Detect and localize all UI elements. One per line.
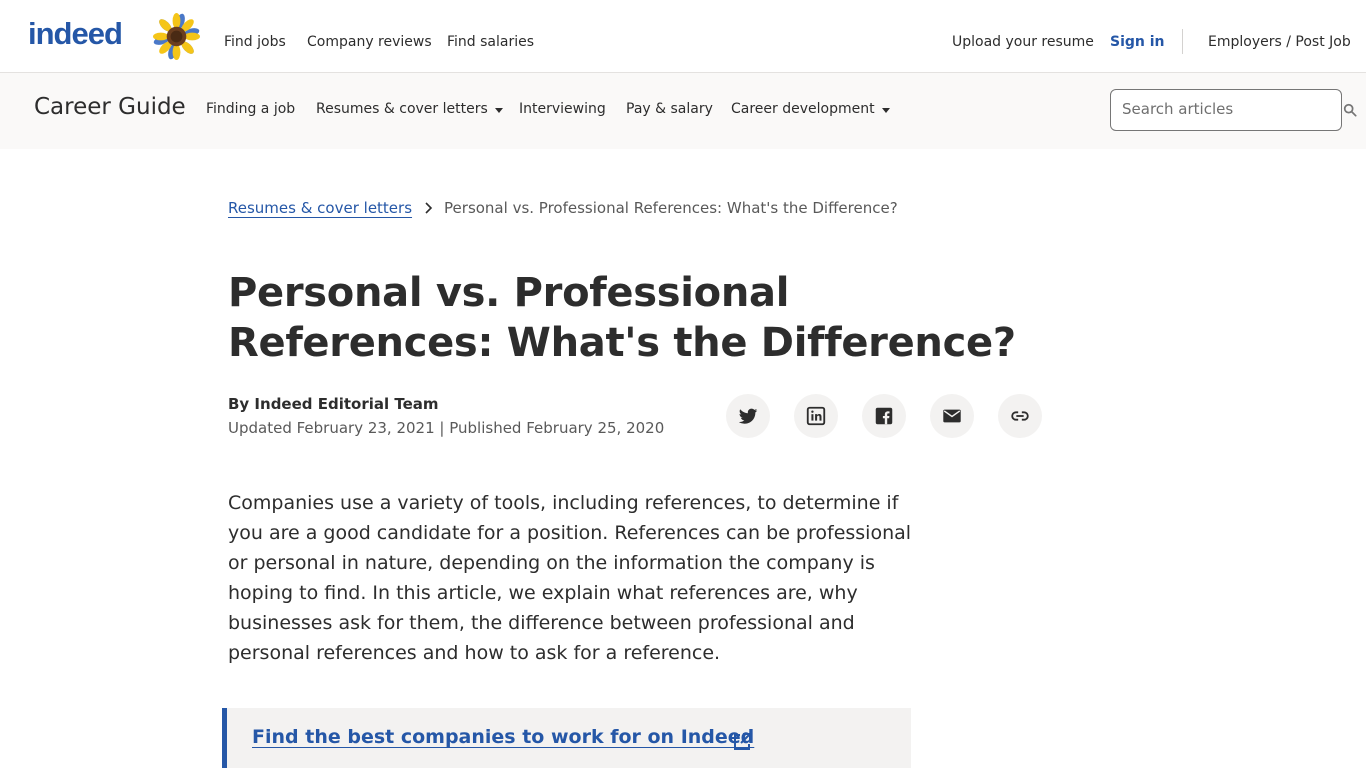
article-author: By Indeed Editorial Team (228, 395, 439, 413)
breadcrumb: Resumes & cover letters Personal vs. Pro… (228, 199, 898, 217)
nav-career-development[interactable]: Career development (731, 101, 890, 117)
nav-divider (1182, 29, 1183, 54)
search-articles-input[interactable] (1122, 90, 1322, 128)
article-dates: Updated February 23, 2021 | Published Fe… (228, 419, 665, 437)
twitter-icon (738, 408, 758, 424)
career-guide-bar: Career Guide Finding a job Resumes & cov… (0, 73, 1366, 149)
logo-text: indeed (28, 16, 123, 51)
share-copy-link-button[interactable] (998, 394, 1042, 438)
search-box (1110, 89, 1342, 131)
nav-label: Pay & salary (626, 101, 713, 117)
search-icon[interactable] (1343, 103, 1357, 117)
nav-label: Finding a job (206, 101, 296, 117)
chevron-right-icon (425, 202, 433, 214)
external-link-icon[interactable] (732, 732, 752, 752)
share-twitter-button[interactable] (726, 394, 770, 438)
nav-label: Resumes & cover letters (316, 101, 488, 117)
nav-finding-a-job[interactable]: Finding a job (206, 101, 295, 117)
share-facebook-button[interactable] (862, 394, 906, 438)
upload-resume-link[interactable]: Upload your resume (952, 34, 1094, 50)
email-icon (943, 409, 961, 423)
nav-resumes-cover-letters[interactable]: Resumes & cover letters (316, 101, 503, 117)
nav-interviewing[interactable]: Interviewing (519, 101, 606, 117)
chevron-down-icon (881, 107, 890, 113)
indeed-logo[interactable]: indeed (28, 16, 123, 52)
callout-box: Find the best companies to work for on I… (222, 708, 911, 768)
breadcrumb-parent-link[interactable]: Resumes & cover letters (228, 199, 412, 217)
share-email-button[interactable] (930, 394, 974, 438)
top-navigation: indeed Find jobs Company reviews Find sa… (0, 0, 1366, 73)
find-salaries-link[interactable]: Find salaries (447, 34, 534, 50)
sign-in-link[interactable]: Sign in (1110, 34, 1165, 50)
find-jobs-link[interactable]: Find jobs (224, 34, 286, 50)
chevron-down-icon (494, 107, 503, 113)
career-guide-title[interactable]: Career Guide (34, 94, 186, 120)
find-best-companies-link[interactable]: Find the best companies to work for on I… (252, 726, 754, 748)
nav-pay-salary[interactable]: Pay & salary (626, 101, 713, 117)
article-title: Personal vs. Professional References: Wh… (228, 270, 1016, 366)
facebook-icon (875, 407, 893, 425)
employers-post-job-link[interactable]: Employers / Post Job (1208, 34, 1351, 50)
nav-label: Career development (731, 101, 875, 117)
linkedin-icon (806, 406, 826, 426)
company-reviews-link[interactable]: Company reviews (307, 34, 432, 50)
nav-label: Interviewing (519, 101, 606, 117)
share-linkedin-button[interactable] (794, 394, 838, 438)
sunflower-icon (153, 13, 200, 60)
breadcrumb-current: Personal vs. Professional References: Wh… (444, 199, 898, 217)
link-icon (1011, 411, 1029, 421)
article-intro: Companies use a variety of tools, includ… (228, 492, 912, 664)
